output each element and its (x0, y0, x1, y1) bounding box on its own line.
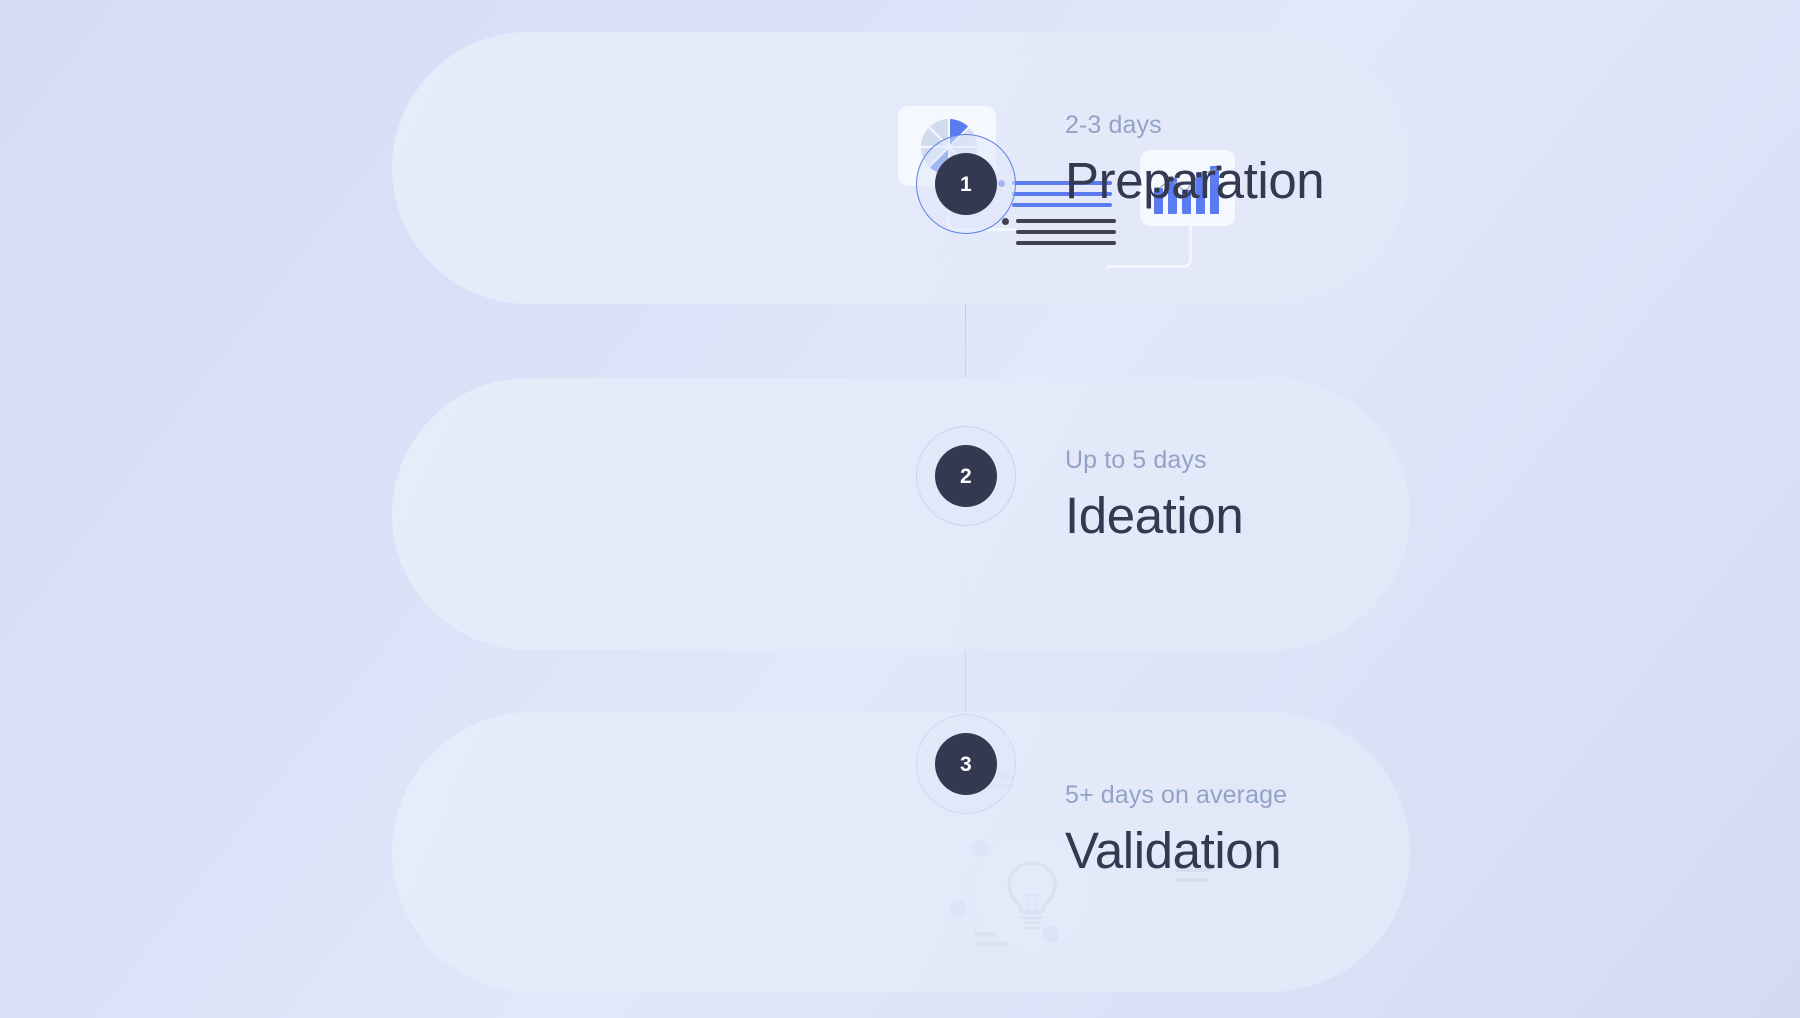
step-text-3: 5+ days on average Validation (1065, 780, 1287, 878)
step-badge-disc: 3 (935, 733, 997, 795)
step-duration: 2-3 days (1065, 111, 1162, 139)
connector-line-icon (1107, 223, 1192, 268)
text-lines-icon (1002, 218, 1116, 252)
step-text-2: Up to 5 days Ideation (1065, 445, 1244, 544)
step-text-1: 2-3 days Preparation (1065, 110, 1325, 209)
step-card-2[interactable] (392, 378, 1410, 961)
step-badge-disc: 2 (935, 445, 997, 507)
timeline-page: 1 2-3 days Preparation 2 Up to 5 days Id… (0, 0, 1800, 1018)
step-number: 2 (960, 464, 972, 488)
step-number: 1 (960, 172, 972, 196)
step-duration: 5+ days on average (1065, 781, 1288, 809)
step-number: 3 (960, 752, 972, 776)
step-title: Ideation (1065, 487, 1244, 544)
step-badge-2[interactable]: 2 (916, 426, 1016, 526)
step-title: Preparation (1065, 152, 1325, 209)
bullet-dot-icon (1002, 218, 1009, 225)
step-badge-3[interactable]: 3 (916, 714, 1016, 814)
step-badge-1[interactable]: 1 (916, 134, 1016, 234)
step-duration: Up to 5 days (1065, 446, 1207, 474)
step-badge-disc: 1 (935, 153, 997, 215)
step-title: Validation (1065, 822, 1282, 879)
